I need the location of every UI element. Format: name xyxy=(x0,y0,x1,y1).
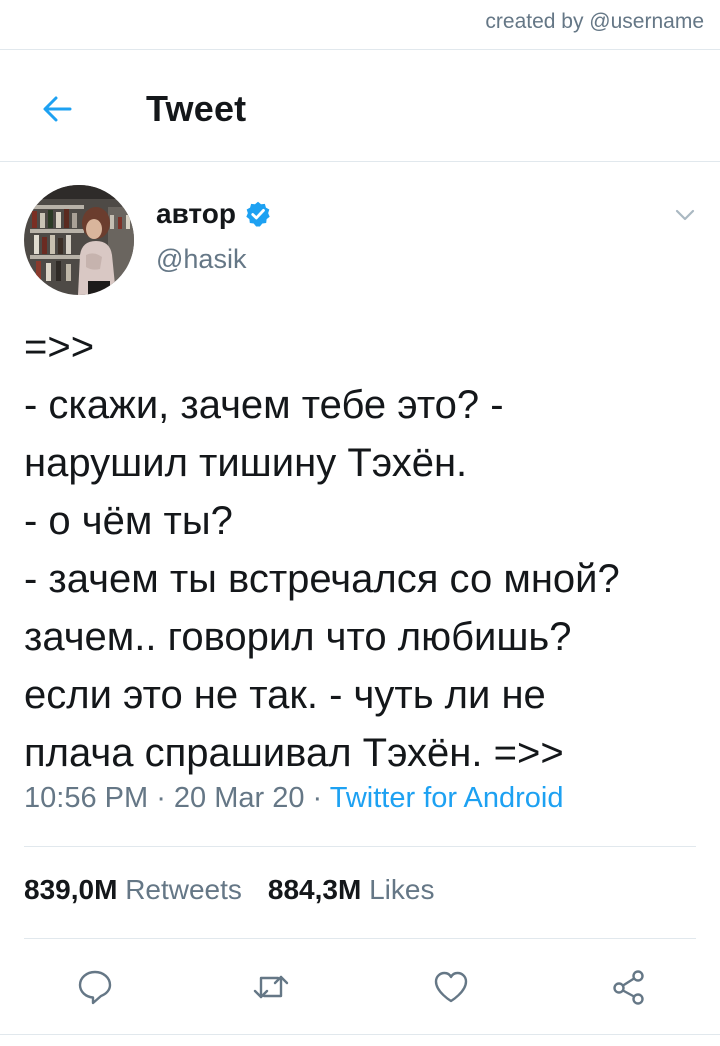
bottom-divider xyxy=(0,1034,720,1035)
share-button[interactable] xyxy=(604,962,654,1012)
author-handle[interactable]: @hasik xyxy=(156,244,246,275)
author-name-text: автор xyxy=(156,198,236,229)
tweet-time: 10:56 PM xyxy=(24,782,149,814)
meta-separator: · xyxy=(304,782,330,814)
retweet-icon xyxy=(253,975,289,999)
avatar[interactable] xyxy=(24,185,134,295)
watermark: created by @username xyxy=(485,10,704,33)
tweet-meta: 10:56 PM · 20 Mar 20 · Twitter for Andro… xyxy=(24,782,563,815)
back-button[interactable] xyxy=(34,86,80,132)
retweets-stat[interactable]: 839,0M Retweets xyxy=(24,874,242,905)
chevron-down-icon xyxy=(675,209,695,221)
tweet-options-button[interactable] xyxy=(668,198,702,232)
verified-badge-icon xyxy=(246,201,270,227)
tweet-source-link[interactable]: Twitter for Android xyxy=(330,782,564,814)
avatar-image xyxy=(24,185,134,295)
likes-stat[interactable]: 884,3M Likes xyxy=(268,874,435,905)
page-title: Tweet xyxy=(146,88,247,129)
retweets-label: Retweets xyxy=(125,874,242,905)
meta-separator: · xyxy=(148,782,174,814)
arrow-left-icon xyxy=(43,96,72,122)
heart-icon xyxy=(434,971,468,1003)
header-divider xyxy=(0,161,720,162)
meta-divider xyxy=(24,846,696,847)
retweets-count: 839,0M xyxy=(24,874,118,905)
stats-divider xyxy=(24,938,696,939)
tweet-stats: 839,0M Retweets 884,3M Likes xyxy=(24,874,434,906)
likes-count: 884,3M xyxy=(267,874,362,905)
like-button[interactable] xyxy=(426,962,476,1012)
likes-label: Likes xyxy=(369,874,435,905)
tweet-text: =>> - скажи, зачем тебе это? - нарушил т… xyxy=(24,325,620,775)
reply-button[interactable] xyxy=(70,962,120,1012)
top-divider xyxy=(0,49,720,50)
author-name[interactable]: автор xyxy=(156,198,272,230)
tweet-date: 20 Mar 20 xyxy=(173,782,305,814)
retweet-button[interactable] xyxy=(246,962,296,1012)
share-icon xyxy=(613,970,644,1005)
reply-icon xyxy=(78,970,112,1005)
